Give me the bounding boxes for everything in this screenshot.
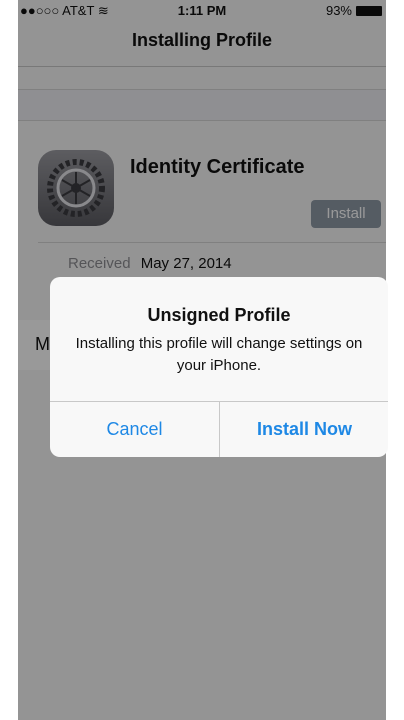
alert-title: Unsigned Profile xyxy=(147,305,291,325)
unsigned-profile-alert: Unsigned Profile Installing this profile… xyxy=(50,277,388,457)
install-now-button[interactable]: Install Now xyxy=(220,401,388,457)
alert-message: Installing this profile will change sett… xyxy=(75,335,363,374)
cancel-button[interactable]: Cancel xyxy=(50,401,219,457)
